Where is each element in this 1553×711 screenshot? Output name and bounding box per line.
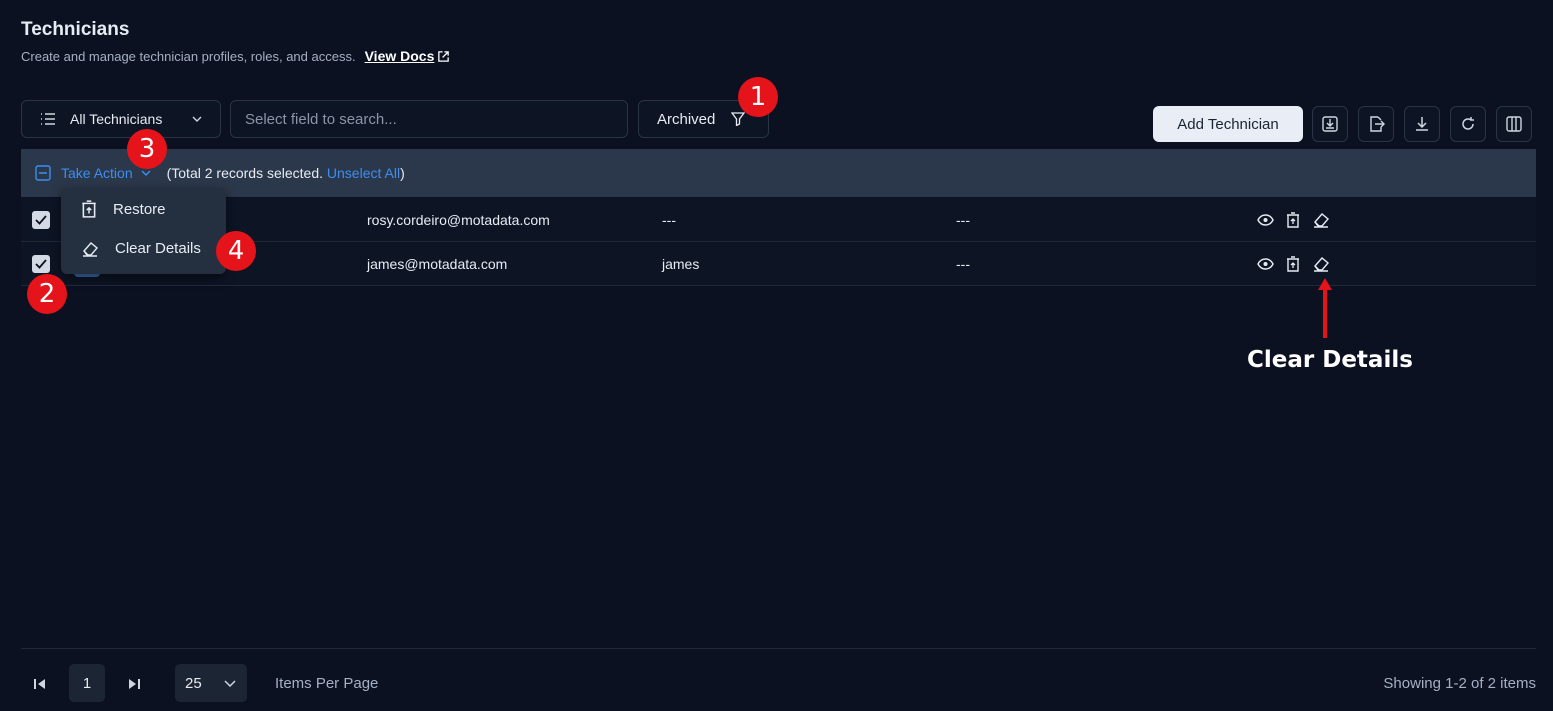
page-subtitle: Create and manage technician profiles, r…	[21, 48, 450, 64]
columns-button[interactable]	[1496, 106, 1532, 142]
eraser-icon[interactable]	[1312, 256, 1330, 272]
table-cell: ---	[662, 212, 676, 228]
add-technician-button[interactable]: Add Technician	[1153, 106, 1303, 142]
row-checkbox[interactable]	[32, 255, 50, 273]
export-button[interactable]	[1358, 106, 1394, 142]
take-action-menu: Restore Clear Details	[61, 188, 226, 274]
table-cell: ---	[956, 256, 970, 272]
last-page-button[interactable]	[125, 675, 143, 693]
annotation-badge-3: 3	[127, 129, 167, 169]
view-selector[interactable]: All Technicians	[21, 100, 221, 138]
email-cell: james@motadata.com	[367, 256, 508, 272]
eraser-icon[interactable]	[1312, 212, 1330, 228]
chevron-down-icon	[141, 170, 151, 176]
take-action-label: Take Action	[61, 165, 133, 181]
restore-icon	[82, 200, 96, 218]
selection-info: (Total 2 records selected. Unselect All)	[167, 165, 405, 181]
eye-icon[interactable]	[1257, 214, 1274, 226]
items-per-page-label: Items Per Page	[275, 675, 379, 692]
external-link-icon	[438, 50, 450, 62]
chevron-down-icon	[192, 116, 202, 122]
menu-item-clear-details[interactable]: Clear Details	[81, 240, 201, 257]
archived-label: Archived	[657, 110, 716, 128]
take-action-dropdown[interactable]: Take Action	[61, 165, 151, 181]
check-icon	[35, 215, 47, 225]
showing-count: Showing 1-2 of 2 items	[1383, 675, 1536, 692]
annotation-badge-1: 1	[738, 77, 778, 117]
selection-prefix: (Total 2 records selected.	[166, 165, 327, 181]
chevron-down-icon	[224, 679, 236, 687]
menu-item-label: Clear Details	[115, 240, 201, 257]
unselect-all-link[interactable]: Unselect All	[327, 165, 400, 181]
view-docs-link[interactable]: View Docs	[365, 48, 451, 64]
refresh-button[interactable]	[1450, 106, 1486, 142]
table-cell: ---	[956, 212, 970, 228]
footer-divider	[21, 648, 1536, 649]
email-cell: rosy.cordeiro@motadata.com	[367, 212, 550, 228]
selection-suffix: )	[400, 165, 405, 181]
columns-icon	[1506, 116, 1522, 132]
first-page-icon	[33, 679, 45, 689]
check-icon	[35, 259, 47, 269]
refresh-icon	[1462, 117, 1474, 130]
view-selector-label: All Technicians	[70, 111, 163, 127]
menu-item-restore[interactable]: Restore	[81, 200, 166, 218]
view-docs-label: View Docs	[364, 48, 435, 64]
row-checkbox[interactable]	[32, 211, 50, 229]
bulk-action-bar: Take Action (Total 2 records selected. U…	[21, 149, 1536, 197]
annotation-arrow	[1318, 278, 1332, 338]
first-page-button[interactable]	[30, 675, 48, 693]
select-all-checkbox[interactable]	[35, 165, 51, 181]
subtitle-text: Create and manage technician profiles, r…	[21, 48, 356, 64]
annotation-badge-4: 4	[216, 231, 256, 271]
list-icon	[41, 113, 55, 125]
restore-icon[interactable]	[1286, 212, 1300, 228]
search-input[interactable]	[230, 100, 628, 138]
per-page-value: 25	[185, 674, 202, 692]
import-button[interactable]	[1312, 106, 1348, 142]
page-number-button[interactable]: 1	[69, 664, 105, 702]
download-icon	[1416, 117, 1428, 131]
restore-icon[interactable]	[1286, 256, 1300, 272]
eraser-icon	[83, 241, 98, 257]
page-title: Technicians	[21, 19, 130, 40]
table-cell: james	[662, 256, 700, 272]
menu-item-label: Restore	[113, 200, 166, 218]
export-icon	[1370, 116, 1385, 132]
eye-icon[interactable]	[1257, 258, 1274, 270]
last-page-icon	[128, 679, 140, 689]
per-page-select[interactable]: 25	[175, 664, 247, 702]
download-button[interactable]	[1404, 106, 1440, 142]
import-icon	[1322, 116, 1338, 132]
filter-icon	[731, 112, 746, 126]
annotation-badge-2: 2	[27, 274, 67, 314]
annotation-label: Clear Details	[1247, 347, 1413, 373]
